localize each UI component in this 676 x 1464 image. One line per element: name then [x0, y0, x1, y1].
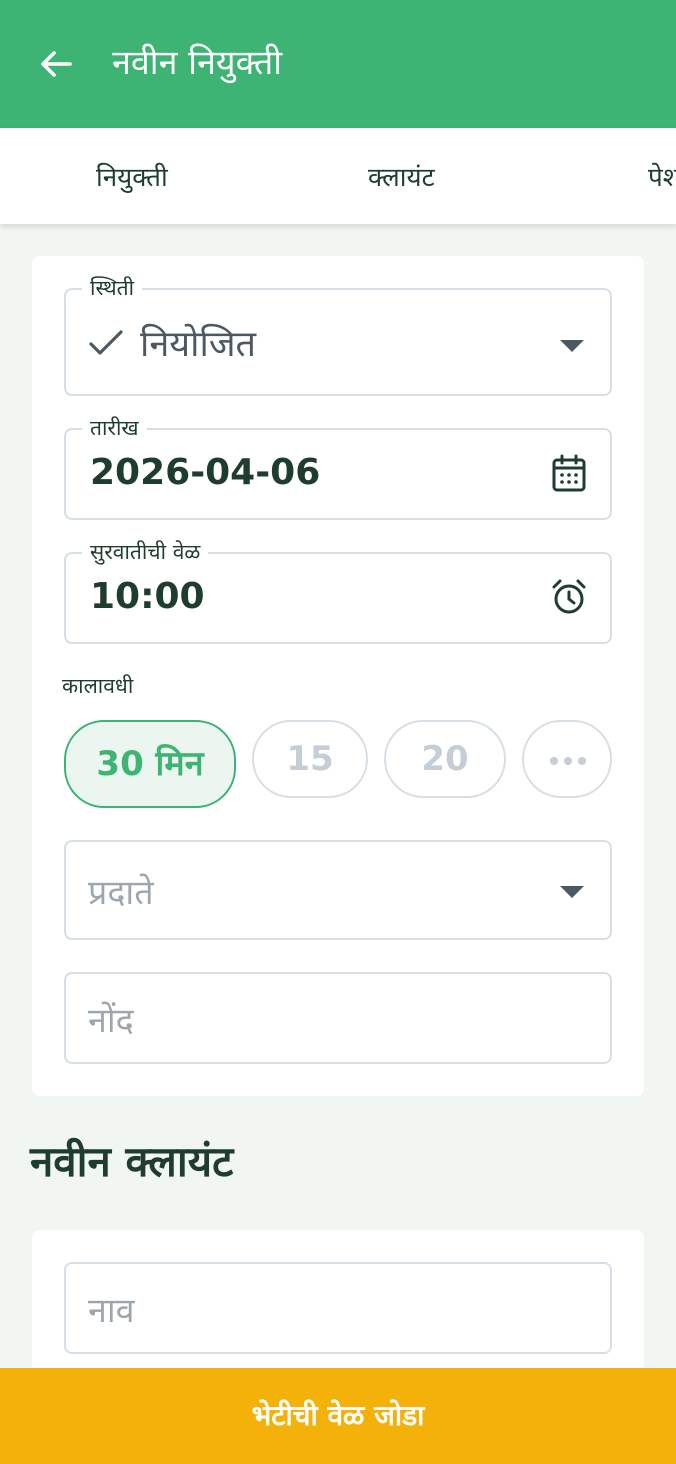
status-value: नियोजित [140, 324, 257, 365]
alarm-icon[interactable] [550, 578, 588, 616]
tab-bar: नियुक्ती क्लायंट पेश [0, 128, 676, 224]
date-label: तारीख [82, 414, 147, 442]
duration-chip-15[interactable]: 15 [252, 720, 368, 798]
note-placeholder: नोंद [88, 1001, 134, 1041]
new-client-heading: नवीन क्लायंट [30, 1137, 234, 1186]
tab-appointment[interactable]: नियुक्ती [96, 158, 168, 194]
provider-dropdown[interactable]: प्रदाते [64, 840, 612, 940]
start-time-value: 10:00 [90, 576, 205, 617]
provider-placeholder: प्रदाते [88, 873, 154, 913]
status-dropdown[interactable]: स्थिती नियोजित [64, 274, 612, 396]
note-input[interactable]: नोंद [64, 972, 612, 1064]
duration-chip-30[interactable]: 30 मिन [64, 720, 236, 808]
tab-client[interactable]: क्लायंट [368, 158, 435, 194]
appointment-card: स्थिती नियोजित तारीख 2026-04-06 सुरवातीच… [32, 256, 644, 1096]
date-value: 2026-04-06 [90, 452, 321, 493]
status-label: स्थिती [82, 274, 143, 302]
dropdown-arrow-icon [560, 340, 584, 352]
page-title: नवीन नियुक्ती [112, 43, 283, 83]
app-bar: नवीन नियुक्ती [0, 0, 676, 128]
start-time-label: सुरवातीची वेळ [82, 538, 209, 566]
check-icon [89, 330, 123, 355]
arrow-left-icon[interactable] [36, 44, 76, 84]
dropdown-arrow-icon [560, 886, 584, 898]
duration-label: कालावधी [62, 674, 134, 698]
date-field[interactable]: तारीख 2026-04-06 [64, 414, 612, 520]
calendar-icon[interactable] [552, 454, 586, 492]
duration-chip-20[interactable]: 20 [384, 720, 506, 798]
add-appointment-button[interactable]: भेटीची वेळ जोडा [0, 1368, 676, 1464]
duration-more-button[interactable] [522, 720, 612, 798]
start-time-field[interactable]: सुरवातीची वेळ 10:00 [64, 538, 612, 644]
name-input[interactable]: नाव [64, 1262, 612, 1354]
name-placeholder: नाव [88, 1291, 135, 1331]
tab-payment[interactable]: पेश [648, 158, 676, 194]
more-horizontal-icon [550, 757, 586, 765]
